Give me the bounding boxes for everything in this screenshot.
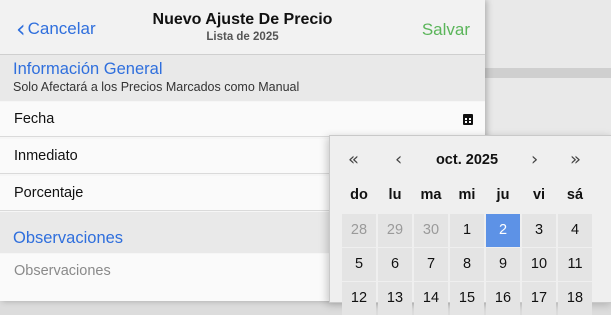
fecha-row[interactable]: Fecha [0, 102, 485, 137]
calendar-day[interactable]: 4 [558, 214, 592, 247]
save-button[interactable]: Salvar [422, 20, 470, 40]
observaciones-placeholder: Observaciones [14, 263, 111, 279]
calendar-day[interactable]: 28 [342, 214, 376, 247]
prev-month-icon[interactable]: ‹ [395, 149, 402, 170]
calendar-day[interactable]: 15 [450, 282, 484, 315]
fecha-label: Fecha [14, 111, 55, 127]
calendar-day[interactable]: 5 [342, 248, 376, 281]
next-month-icon[interactable]: › [531, 149, 538, 170]
general-section-header: Información General Solo Afectará a los … [0, 55, 485, 101]
calendar-day[interactable]: 1 [450, 214, 484, 247]
weekday-label: ma [420, 187, 442, 203]
weekday-label: do [350, 187, 368, 203]
calendar-day[interactable]: 18 [558, 282, 592, 315]
next-year-icon[interactable]: » [570, 149, 581, 170]
calendar-day[interactable]: 30 [414, 214, 448, 247]
page-subtitle: Lista de 2025 [206, 31, 279, 43]
calendar-day[interactable]: 8 [450, 248, 484, 281]
weekday-label: sá [566, 187, 584, 203]
calendar-day[interactable]: 11 [558, 248, 592, 281]
weekday-label: vi [532, 187, 546, 203]
weekday-label: ju [496, 187, 510, 203]
page-title: Nuevo Ajuste De Precio [152, 11, 333, 28]
calendar-day[interactable]: 2 [486, 214, 520, 247]
inmediato-label: Inmediato [14, 148, 78, 164]
calendar-day[interactable]: 29 [378, 214, 412, 247]
navigation-bar: ‹ Cancelar Nuevo Ajuste De Precio Lista … [0, 0, 485, 55]
calendar-day[interactable]: 16 [486, 282, 520, 315]
calendar-day[interactable]: 12 [342, 282, 376, 315]
calendar-month-label[interactable]: oct. 2025 [425, 152, 509, 168]
calendar-day[interactable]: 14 [414, 282, 448, 315]
background-divider [485, 68, 611, 78]
calendar-day[interactable]: 10 [522, 248, 556, 281]
general-section-subtitle: Solo Afectará a los Precios Marcados com… [13, 80, 300, 94]
calendar-day[interactable]: 3 [522, 214, 556, 247]
calendar-day[interactable]: 9 [486, 248, 520, 281]
porcentaje-label: Porcentaje [14, 185, 84, 201]
calendar-day[interactable]: 6 [378, 248, 412, 281]
weekday-label: mi [458, 187, 476, 203]
general-section-title: Información General [13, 60, 163, 78]
calendar-day[interactable]: 17 [522, 282, 556, 315]
observaciones-section-title: Observaciones [13, 229, 124, 247]
weekday-label: lu [388, 187, 402, 203]
prev-year-icon[interactable]: « [348, 149, 359, 170]
calendar-day[interactable]: 13 [378, 282, 412, 315]
date-picker-popup: « ‹ oct. 2025 › » do lu ma mi ju vi sá 28 29 30 1 2… [329, 135, 611, 315]
calendar-day[interactable]: 7 [414, 248, 448, 281]
calculator-icon[interactable] [463, 114, 473, 125]
